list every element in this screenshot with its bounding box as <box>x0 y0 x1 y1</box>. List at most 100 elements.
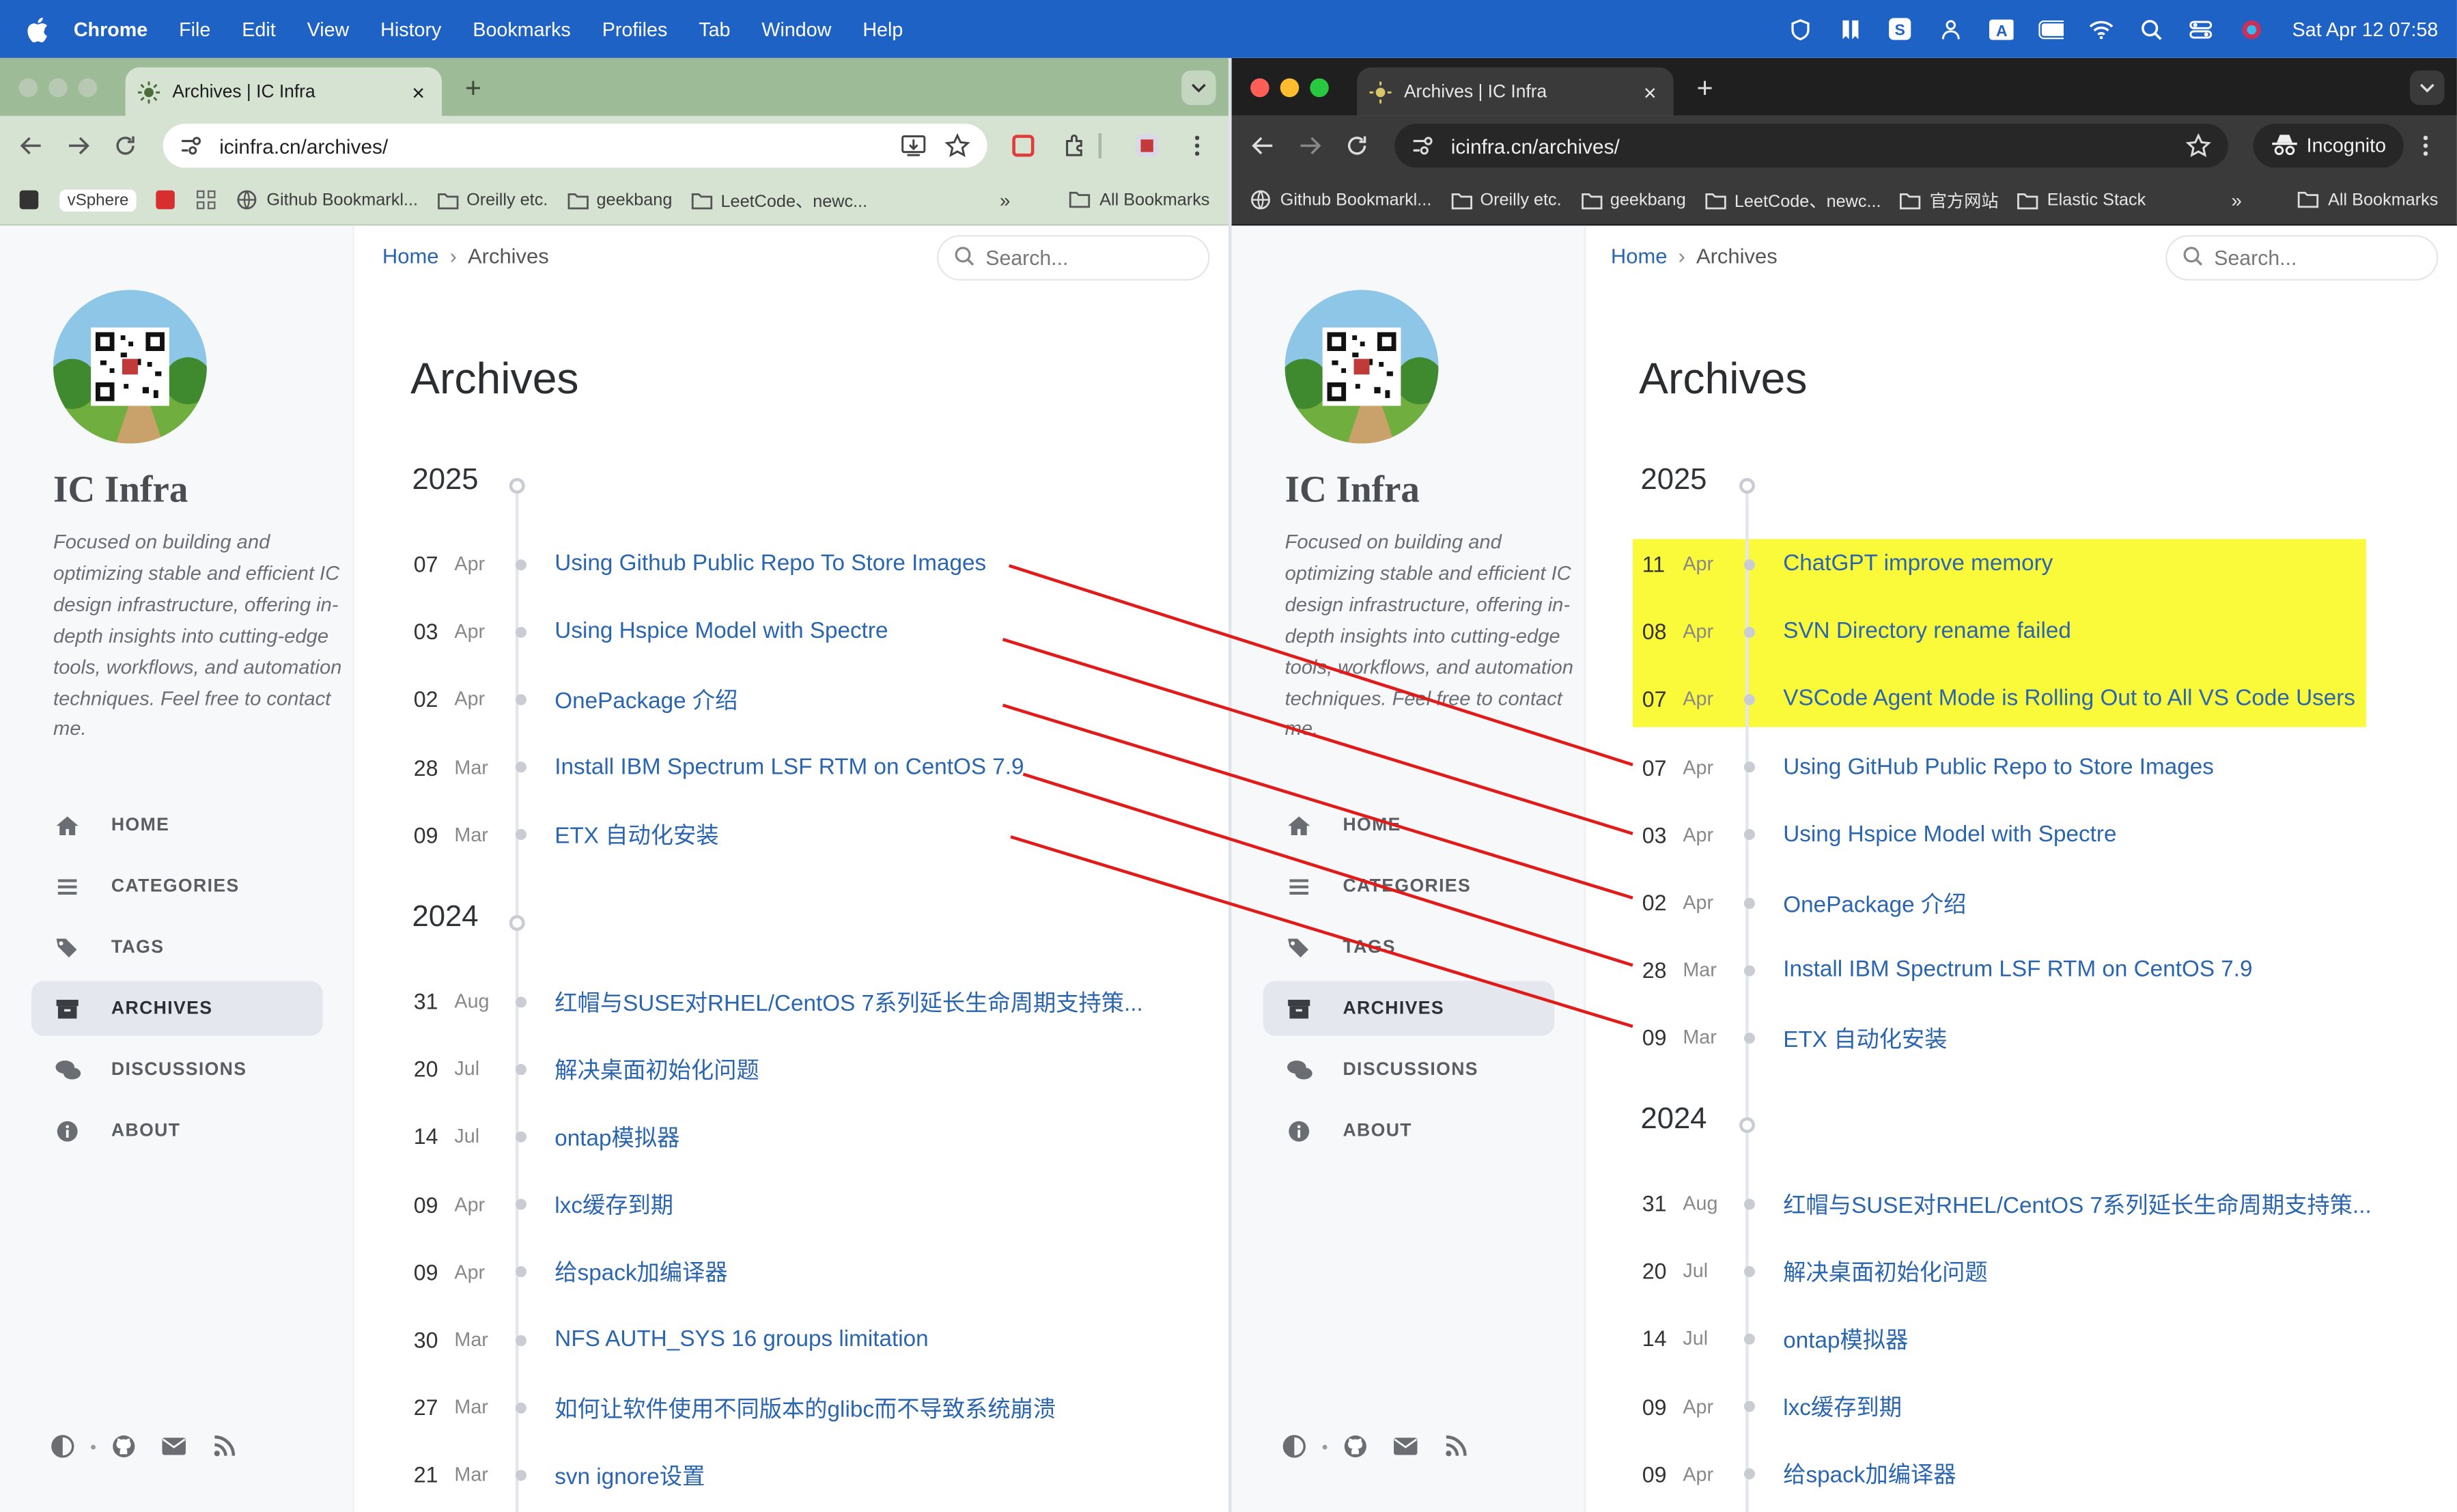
new-tab-button[interactable]: + <box>458 72 489 105</box>
post-title-link[interactable]: OnePackage 介绍 <box>1783 886 2400 919</box>
archive-post-row[interactable]: 08 Apr SVN Directory rename failed <box>1642 599 2409 664</box>
archive-post-row[interactable]: 07 Apr Using Github Public Repo To Store I… <box>414 531 1177 597</box>
menu-help[interactable]: Help <box>862 18 903 40</box>
search-input[interactable]: Search... <box>937 235 1210 281</box>
post-title-link[interactable]: lxc缓存到期 <box>554 1188 1168 1221</box>
tab-search-button[interactable] <box>1181 70 1216 105</box>
archive-post-row[interactable]: 09 Apr 给spack加编译器 <box>1642 1442 2409 1507</box>
archive-post-row[interactable]: 30 Mar NFS AUTH_SYS 16 groups limitation <box>414 1307 1177 1373</box>
person-tray-icon[interactable] <box>1938 18 1963 40</box>
post-title-link[interactable]: Using GitHub Public Repo to Store Images <box>1783 755 2400 780</box>
star-bookmark-icon[interactable] <box>943 132 971 160</box>
window-controls[interactable] <box>1250 78 1329 98</box>
bookmark-red-app[interactable] <box>155 190 177 210</box>
bookmark-vsphere[interactable]: vSphere <box>59 188 137 211</box>
nav-tags[interactable]: TAGS <box>31 920 323 975</box>
post-title-link[interactable]: lxc缓存到期 <box>1783 1390 2400 1423</box>
profile-avatar-icon[interactable] <box>1132 130 1163 161</box>
chrome-menu-icon[interactable] <box>2410 130 2441 161</box>
site-avatar[interactable] <box>53 290 207 444</box>
post-title-link[interactable]: Using Hspice Model with Spectre <box>1783 822 2400 848</box>
nav-archives[interactable]: ARCHIVES <box>1263 981 1555 1036</box>
post-title-link[interactable]: NFS AUTH_SYS 16 groups limitation <box>554 1328 1168 1353</box>
menu-window[interactable]: Window <box>761 18 831 40</box>
archive-post-row[interactable]: 28 Mar Install IBM Spectrum LSF RTM on Cen… <box>414 734 1177 800</box>
archive-post-row[interactable]: 02 Apr OnePackage 介绍 <box>414 667 1177 732</box>
post-title-link[interactable]: 红帽与SUSE对RHEL/CentOS 7系列延长生命周期支持策... <box>554 985 1168 1018</box>
site-title[interactable]: IC Infra <box>1285 470 1420 512</box>
archive-post-row[interactable]: 09 Mar ETX 自动化安装 <box>414 802 1177 867</box>
incognito-indicator[interactable]: Incognito <box>2253 124 2404 168</box>
bookmark-leetcode[interactable]: LeetCode、newc... <box>1704 187 1881 212</box>
zoom-window-button[interactable] <box>78 78 98 98</box>
minimize-window-button[interactable] <box>1280 78 1300 98</box>
nav-home[interactable]: HOME <box>31 798 323 852</box>
close-window-button[interactable] <box>1250 78 1269 98</box>
nav-home[interactable]: HOME <box>1263 798 1554 852</box>
menu-file[interactable]: File <box>179 18 210 40</box>
menu-history[interactable]: History <box>380 18 441 40</box>
bookmark-app-square[interactable] <box>19 190 41 210</box>
address-bar[interactable]: icinfra.cn/archives/ <box>163 124 987 168</box>
github-icon[interactable] <box>1340 1431 1371 1462</box>
bookmark-geekbang[interactable]: geekbang <box>1580 191 1686 209</box>
wifi-icon[interactable] <box>2088 18 2114 40</box>
theme-toggle-icon[interactable] <box>1278 1431 1310 1462</box>
archive-post-row[interactable]: 14 Jul ontap模拟器 <box>414 1104 1177 1169</box>
control-center-icon[interactable] <box>2189 18 2214 40</box>
menu-profiles[interactable]: Profiles <box>602 18 668 40</box>
all-bookmarks[interactable]: All Bookmarks <box>2297 176 2438 225</box>
email-icon[interactable] <box>1390 1431 1421 1462</box>
address-bar[interactable]: icinfra.cn/archives/ <box>1394 124 2228 168</box>
close-window-button[interactable] <box>18 78 38 98</box>
new-tab-button[interactable]: + <box>1689 72 1721 105</box>
archive-post-row[interactable]: 07 Apr VSCode Agent Mode is Rolling Out to… <box>1642 667 2409 732</box>
all-bookmarks[interactable]: All Bookmarks <box>1068 176 1209 225</box>
post-title-link[interactable]: 如何让软件使用不同版本的glibc而不导致系统崩溃 <box>554 1391 1168 1424</box>
apple-menu-icon[interactable] <box>27 16 52 42</box>
window-controls[interactable] <box>18 78 98 98</box>
post-title-link[interactable]: ChatGPT improve memory <box>1783 552 2400 577</box>
s-app-tray-icon[interactable]: S <box>1888 18 1913 40</box>
archive-post-row[interactable]: 03 Apr Using Hspice Model with Spectre <box>414 599 1177 664</box>
post-title-link[interactable]: SVN Directory rename failed <box>1783 619 2400 645</box>
site-info-icon[interactable] <box>179 132 207 160</box>
tab-archives[interactable]: Archives | IC Infra × <box>125 67 443 116</box>
url-text[interactable]: icinfra.cn/archives/ <box>219 134 884 157</box>
post-title-link[interactable]: Using Hspice Model with Spectre <box>554 619 1168 645</box>
reload-icon[interactable] <box>110 130 141 161</box>
archive-post-row[interactable]: 31 Aug 红帽与SUSE对RHEL/CentOS 7系列延长生命周期支持策... <box>414 968 1177 1034</box>
bookmark-oreilly[interactable]: Oreilly etc. <box>1450 191 1562 209</box>
battery-icon[interactable] <box>2038 18 2064 40</box>
menu-view[interactable]: View <box>307 18 350 40</box>
nav-categories[interactable]: CATEGORIES <box>1263 858 1554 913</box>
url-text[interactable]: icinfra.cn/archives/ <box>1451 134 2169 157</box>
bookmark-apps-grid[interactable] <box>196 190 218 210</box>
spotlight-search-icon[interactable] <box>2139 18 2164 40</box>
breadcrumb-home-link[interactable]: Home <box>1611 244 1668 268</box>
email-icon[interactable] <box>158 1431 190 1462</box>
post-title-link[interactable]: ontap模拟器 <box>1783 1322 2400 1355</box>
siri-icon[interactable] <box>2239 18 2264 40</box>
nav-discussions[interactable]: DISCUSSIONS <box>1263 1042 1554 1097</box>
back-arrow-icon[interactable] <box>1248 130 1279 161</box>
tab-search-button[interactable] <box>2410 70 2445 105</box>
post-title-link[interactable]: ETX 自动化安装 <box>1783 1022 2400 1054</box>
bookmark-github[interactable]: Github Bookmarkl... <box>237 190 418 210</box>
archive-post-row[interactable]: 20 Jul 解决桌面初始化问题 <box>414 1036 1177 1102</box>
theme-toggle-icon[interactable] <box>47 1431 79 1462</box>
post-title-link[interactable]: Install IBM Spectrum LSF RTM on CentOS 7… <box>554 755 1168 780</box>
nav-about[interactable]: ABOUT <box>1263 1103 1554 1158</box>
bookmarks-overflow-icon[interactable]: » <box>1000 176 1010 225</box>
rss-icon[interactable] <box>1440 1431 1472 1462</box>
nav-archives[interactable]: ARCHIVES <box>31 981 323 1036</box>
shield-tray-icon[interactable] <box>1788 18 1813 40</box>
close-tab-icon[interactable]: × <box>408 79 430 104</box>
forward-arrow-icon[interactable] <box>1294 130 1325 161</box>
post-title-link[interactable]: ontap模拟器 <box>554 1120 1168 1153</box>
site-avatar[interactable] <box>1284 290 1439 444</box>
post-title-link[interactable]: 解决桌面初始化问题 <box>1783 1255 2400 1287</box>
chrome-menu-icon[interactable] <box>1181 130 1213 161</box>
input-source-icon[interactable]: A <box>1989 18 2014 40</box>
nav-categories[interactable]: CATEGORIES <box>31 858 323 913</box>
